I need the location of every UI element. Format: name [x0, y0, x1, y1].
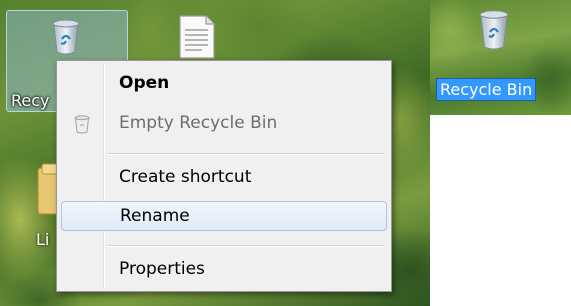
menu-item-open[interactable]: Open: [61, 69, 387, 99]
menu-item-rename[interactable]: Rename: [61, 201, 387, 231]
menu-item-empty-label: Empty Recycle Bin: [119, 113, 278, 133]
menu-separator: [107, 153, 385, 155]
menu-item-open-label: Open: [119, 73, 170, 93]
menu-item-empty-recycle-bin[interactable]: Empty Recycle Bin: [61, 109, 387, 139]
menu-item-properties[interactable]: Properties: [61, 255, 387, 285]
recycle-bin-label: Recy: [11, 91, 50, 110]
desktop-wallpaper-strip[interactable]: Recycle Bin: [430, 0, 571, 115]
menu-separator: [107, 245, 385, 247]
menu-item-create-shortcut[interactable]: Create shortcut: [61, 163, 387, 193]
menu-item-properties-label: Properties: [119, 259, 205, 279]
recycle-bin-icon: [52, 19, 80, 55]
recycle-bin-icon[interactable]: [478, 10, 510, 50]
desktop-left[interactable]: Recy Li Open Empty Recycle Bin Create sh…: [0, 0, 430, 306]
recycle-bin-icon: [74, 115, 90, 134]
context-menu: Open Empty Recycle Bin Create shortcut R…: [56, 60, 392, 292]
menu-item-rename-label: Rename: [120, 206, 190, 226]
library-label: Li: [36, 230, 50, 249]
document-icon[interactable]: [178, 14, 216, 60]
recycle-bin-rename-field[interactable]: Recycle Bin: [436, 78, 537, 101]
menu-item-shortcut-label: Create shortcut: [119, 167, 252, 187]
desktop-right: Recycle Bin: [430, 0, 571, 306]
